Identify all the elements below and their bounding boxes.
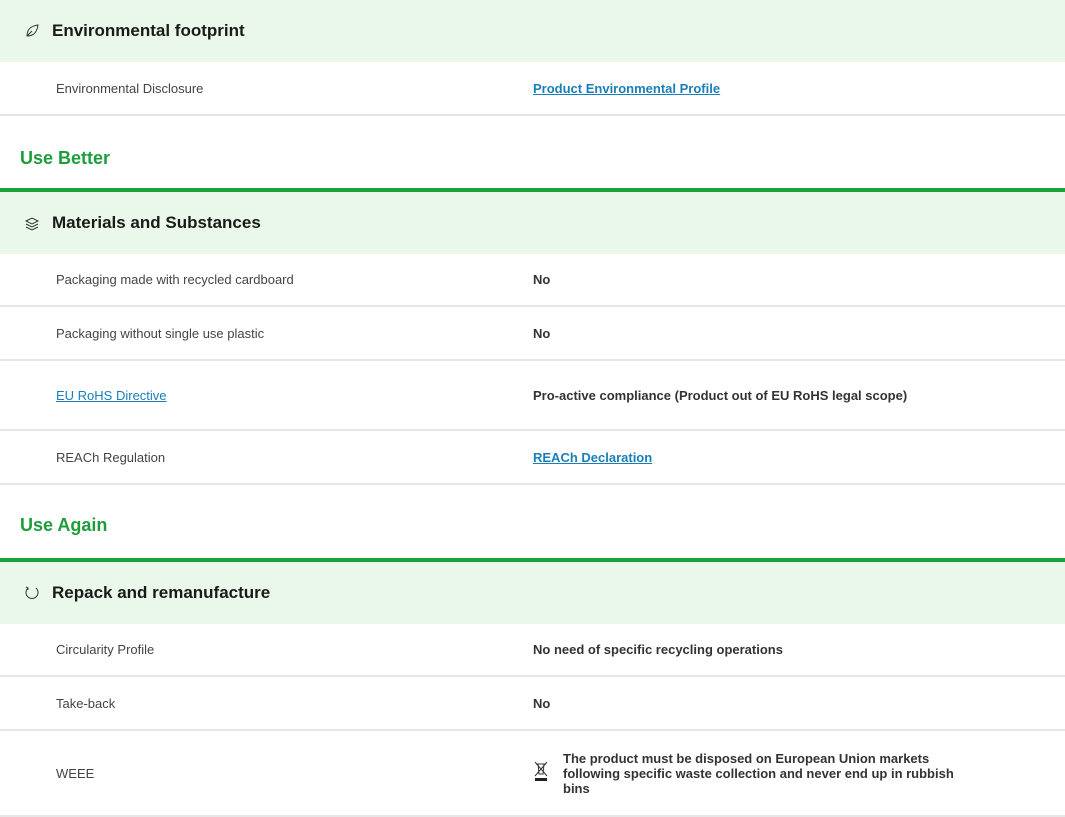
group-title-use-better: Use Better (20, 148, 111, 168)
row-label: WEEE (56, 765, 95, 781)
row-label: Circularity Profile (56, 642, 155, 657)
eu-rohs-directive-link[interactable]: EU RoHS Directive (56, 388, 167, 403)
section-header-materials-and-substances: Materials and Substances (0, 192, 1065, 254)
row-value: The product must be disposed on European… (563, 750, 954, 796)
row-value: Pro-active compliance (Product out of EU… (533, 387, 908, 403)
section-title: Environmental footprint (52, 21, 245, 40)
table-row: Packaging made with recycled cardboard N… (0, 254, 1065, 307)
refresh-icon (24, 585, 40, 601)
row-label: Environmental Disclosure (56, 80, 204, 96)
row-value: No (533, 272, 551, 287)
row-value: No (533, 695, 551, 711)
table-row: Packaging without single use plastic No (0, 307, 1065, 361)
row-label: Packaging without single use plastic (56, 325, 265, 341)
product-environmental-profile-link[interactable]: Product Environmental Profile (533, 81, 720, 96)
group-title-use-again: Use Again (20, 515, 108, 535)
section-header-repack-and-remanufacture: Repack and remanufacture (0, 562, 1065, 624)
table-row: Environmental Disclosure Product Environ… (0, 62, 1065, 116)
section-header-environmental-footprint: Environmental footprint (0, 0, 1065, 62)
row-label: Take-back (56, 695, 116, 711)
table-row: Take-back No (0, 677, 1065, 731)
row-label: Packaging made with recycled cardboard (56, 272, 294, 287)
row-label: REACh Regulation (56, 449, 166, 465)
leaf-icon (24, 23, 40, 39)
row-value: No (533, 325, 551, 341)
section-title: Materials and Substances (52, 213, 261, 232)
row-value: No need of specific recycling operations (533, 642, 783, 657)
table-row: EU RoHS Directive Pro-active compliance … (0, 361, 1065, 431)
table-row: Circularity Profile No need of specific … (0, 624, 1065, 677)
crossed-bin-icon (533, 761, 553, 786)
section-title: Repack and remanufacture (52, 583, 271, 602)
reach-declaration-link[interactable]: REACh Declaration (533, 450, 652, 465)
layers-icon (24, 215, 40, 231)
table-row: REACh Regulation REACh Declaration (0, 431, 1065, 485)
table-row: WEEE The product must be disposed on Eur… (0, 731, 1065, 817)
